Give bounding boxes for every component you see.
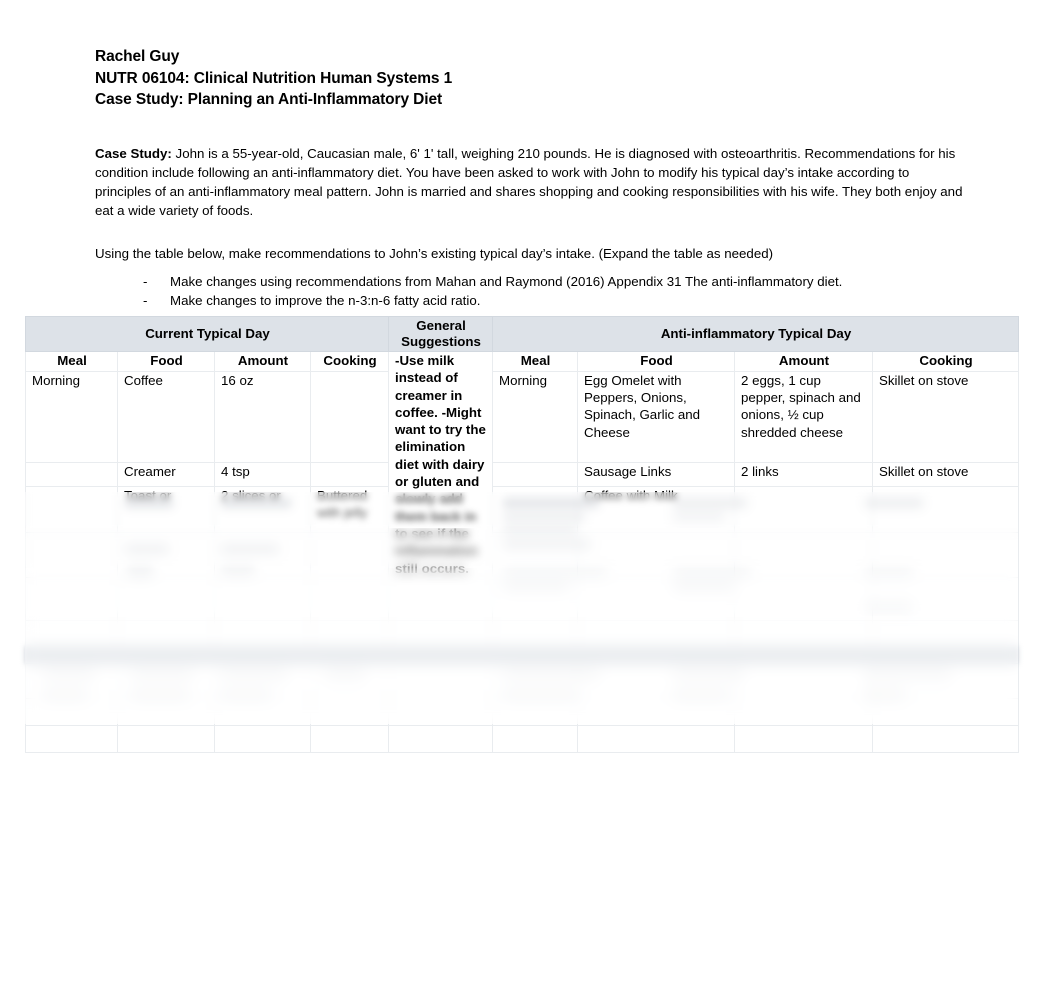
column-header-cooking-current: Cooking [309, 351, 390, 372]
instruction-bullet-list: - Make changes using recommendations fro… [143, 273, 1003, 310]
document-page: Rachel Guy NUTR 06104: Clinical Nutritio… [0, 0, 1062, 1001]
cell-cooking-anti: Skillet on stove [872, 371, 1020, 463]
group-header-anti-inflammatory-typical-day: Anti-inflammatory Typical Day [492, 316, 1020, 352]
cell-amount-current: 4 tsp [214, 461, 311, 487]
document-heading: Rachel Guy NUTR 06104: Clinical Nutritio… [95, 46, 975, 111]
bullet-marker-icon: - [143, 274, 148, 289]
case-study-body: John is a 55-year-old, Caucasian male, 6… [95, 146, 963, 219]
cell-cooking-current [309, 371, 390, 463]
column-header-meal-current: Meal [25, 351, 118, 372]
list-item: - Make changes to improve the n-3:n-6 fa… [143, 292, 1003, 311]
cell-cooking-anti: Skillet on stove [872, 461, 1020, 487]
table-row-redacted [25, 662, 1020, 699]
cell-meal-anti [492, 461, 579, 487]
column-header-food-anti: Food [577, 351, 736, 372]
table-group-header-row: Current Typical Day General Suggestions … [24, 316, 1020, 352]
case-study-label: Case Study: [95, 146, 172, 162]
list-item: - Make changes using recommendations fro… [143, 273, 1003, 292]
cell-cooking-current [309, 461, 390, 487]
cell-amount-current: 2 slices or [214, 485, 311, 533]
cell-meal-anti: Morning [492, 371, 579, 463]
table-row-redacted [25, 576, 1020, 621]
table-row-redacted [25, 697, 1020, 726]
cell-cooking-current: Buttered with jelly [309, 485, 390, 533]
table-row-redacted [25, 619, 1020, 664]
intake-table-container: Current Typical Day General Suggestions … [24, 316, 1020, 753]
table-row-redacted [25, 531, 1020, 578]
table-row-redacted [25, 724, 1020, 753]
assignment-title: Case Study: Planning an Anti-Inflammator… [95, 91, 443, 108]
column-header-cooking-anti: Cooking [872, 351, 1020, 372]
cell-food-anti: Sausage Links [577, 461, 736, 487]
cell-cooking-anti [872, 485, 1020, 533]
column-header-amount-current: Amount [214, 351, 311, 372]
table-row: Creamer 4 tsp Sausage Links 2 links Skil… [25, 461, 1020, 487]
cell-food-current: Toast or [117, 485, 215, 533]
bullet-text: Make changes using recommendations from … [170, 274, 843, 289]
cell-food-anti: Egg Omelet with Peppers, Onions, Spinach… [577, 371, 736, 463]
bullet-marker-icon: - [143, 292, 148, 308]
group-header-current-typical-day: Current Typical Day [24, 316, 390, 352]
cell-food-current: Creamer [117, 461, 215, 487]
cell-amount-anti [734, 485, 874, 533]
cell-meal-current: Morning [25, 371, 118, 463]
intake-table: Current Typical Day General Suggestions … [24, 316, 1020, 753]
instruction-line: Using the table below, make recommendati… [95, 246, 774, 261]
column-header-food-current: Food [117, 351, 215, 372]
column-header-meal-anti: Meal [492, 351, 579, 372]
table-column-header-row: Meal Food Amount Cooking -Use milk inste… [25, 351, 1020, 578]
course-title: NUTR 06104: Clinical Nutrition Human Sys… [95, 69, 453, 87]
table-row: Morning Coffee 16 oz Morning Egg Omelet … [25, 371, 1020, 463]
general-suggestions-cell: -Use milk instead of creamer in coffee. … [388, 351, 494, 578]
table-row: Toast or 2 slices or Buttered with jelly… [25, 485, 1020, 533]
bullet-text: Make changes to improve the n-3:n-6 fatt… [170, 292, 481, 308]
group-header-general-suggestions: General Suggestions [388, 316, 494, 352]
cell-food-current: Coffee [117, 371, 215, 463]
case-study-paragraph: Case Study: John is a 55-year-old, Cauca… [95, 144, 967, 220]
column-header-amount-anti: Amount [734, 351, 874, 372]
cell-amount-current: 16 oz [214, 371, 311, 463]
cell-meal-current [25, 461, 118, 487]
general-suggestions-line-2: -Might want to try the elimination diet … [395, 404, 486, 576]
cell-meal-anti [492, 485, 579, 533]
cell-amount-anti: 2 links [734, 461, 874, 487]
cell-food-anti: Coffee with Milk [577, 485, 736, 533]
cell-meal-current [25, 485, 118, 533]
author-name: Rachel Guy [95, 48, 180, 65]
cell-amount-anti: 2 eggs, 1 cup pepper, spinach and onions… [734, 371, 874, 463]
